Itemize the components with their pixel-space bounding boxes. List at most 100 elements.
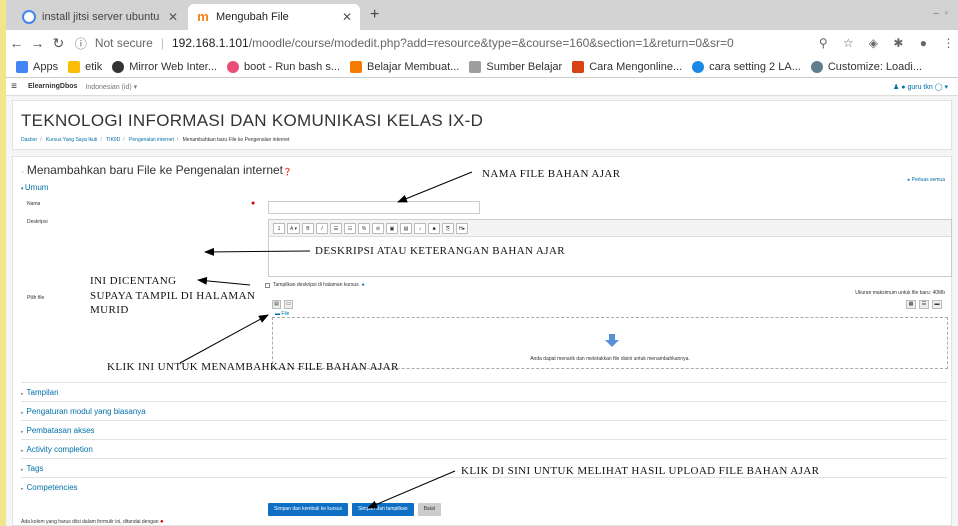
extension-icon[interactable]: ◈: [864, 36, 883, 50]
tab-jitsi[interactable]: install jitsi server ubuntu 20.0 ✕: [14, 4, 186, 30]
list-view-icon[interactable]: ☰: [919, 300, 929, 309]
breadcrumb-item[interactable]: Kursus Yang Saya Ikuti: [46, 137, 98, 143]
section-pengaturan-modul[interactable]: ▸ Pengaturan modul yang biasanya: [21, 401, 947, 420]
view-toolbar: ▦ ☰ ▬: [906, 300, 945, 309]
url-path: /moodle/course/modedit.php?add=resource&…: [248, 36, 734, 50]
tab-mengubah-file[interactable]: m Mengubah File ✕: [188, 4, 360, 30]
required-icon: ●: [159, 519, 164, 525]
site-name[interactable]: ElearningDbos: [28, 83, 77, 90]
max-size-note: Ukuran maksimum untuk file baru: 40Mb: [855, 290, 945, 296]
expand-all-link[interactable]: ▸ Perluas semua: [908, 177, 945, 183]
toggle-toolbar-button[interactable]: 1: [273, 222, 285, 234]
h5p-button[interactable]: H▸: [455, 222, 469, 234]
italic-button[interactable]: I: [315, 222, 328, 234]
tab-title: install jitsi server ubuntu 20.0: [42, 11, 162, 23]
record-audio-button[interactable]: ♪: [413, 222, 426, 234]
section-activity-completion[interactable]: ▸ Activity completion: [21, 439, 947, 458]
breadcrumb-item[interactable]: Pengenalan internet: [129, 137, 174, 143]
bookmark-mirror[interactable]: Mirror Web Inter...: [112, 60, 217, 73]
filepicker-toolbar: ▤ ▭: [272, 300, 296, 309]
settings-icon: [810, 60, 823, 73]
create-folder-icon[interactable]: ▭: [284, 300, 293, 309]
section-tampilan[interactable]: ▸ Tampilan: [21, 382, 947, 401]
pencil-icon: [68, 60, 81, 73]
show-description-checkbox[interactable]: [265, 282, 270, 288]
form-title: ▫ Menambahkan baru File ke Pengenalan in…: [21, 163, 292, 177]
tab-title: Mengubah File: [216, 11, 289, 23]
bookmark-setting[interactable]: cara setting 2 LA...: [692, 60, 801, 73]
chat-icon[interactable]: ●: [901, 84, 905, 91]
show-description-row[interactable]: Tampilkan deskripsi di halaman kursus ●: [265, 282, 365, 288]
bookmark-apps[interactable]: Apps: [16, 60, 58, 73]
annotation-deskripsi: DESKRIPSI ATAU KETERANGAN BAHAN AJAR: [315, 245, 566, 257]
user-menu[interactable]: ♟ ● guru tkn ◯ ▾: [893, 83, 948, 91]
blogger-icon: [350, 60, 363, 73]
bold-button[interactable]: B: [301, 222, 314, 234]
image-icon: [572, 60, 585, 73]
close-tab-icon[interactable]: ✕: [168, 10, 178, 24]
address-bar[interactable]: ⓘ Not secure | 192.168.1.101 /moodle/cou…: [75, 33, 808, 53]
editor-toolbar: 1 A ▾ B I ☰ ☷ % ⊘ ▣ ▤ ♪ ■ ⎘ H▸: [269, 220, 951, 237]
help-icon[interactable]: ❓: [283, 169, 292, 176]
new-tab-button[interactable]: +: [370, 6, 379, 24]
nama-input[interactable]: [268, 201, 480, 214]
user-name: guru tkn: [907, 83, 933, 91]
google-icon: [22, 10, 36, 24]
bookmark-boot[interactable]: boot - Run bash s...: [227, 60, 340, 73]
flower-icon: [227, 60, 240, 73]
unlink-button[interactable]: ⊘: [371, 222, 384, 234]
cancel-button[interactable]: Batal: [417, 503, 441, 516]
media-button[interactable]: ▤: [399, 222, 412, 234]
grid-view-icon[interactable]: ▦: [906, 300, 916, 309]
section-umum[interactable]: ▾ Umum: [21, 183, 48, 192]
font-style-button[interactable]: A ▾: [287, 222, 300, 234]
section-pembatasan-akses[interactable]: ▸ Pembatasan akses: [21, 420, 947, 439]
label-nama: Nama: [27, 201, 41, 207]
zoom-icon[interactable]: ⚲: [814, 36, 833, 50]
label-deskripsi: Deskripsi: [27, 219, 48, 225]
breadcrumb-item[interactable]: Dasbor: [21, 137, 37, 143]
bookmark-belajar[interactable]: Belajar Membuat...: [350, 60, 459, 73]
bookmark-customize[interactable]: Customize: Loadi...: [810, 60, 922, 73]
bookmark-mengonline[interactable]: Cara Mengonline...: [572, 60, 682, 73]
save-display-button[interactable]: Simpan dan tampilkan: [352, 503, 414, 516]
security-status: Not secure: [94, 36, 153, 50]
reload-icon[interactable]: ↻: [48, 35, 69, 52]
annotation-centang-1: INI DICENTANG: [90, 275, 177, 287]
manage-files-button[interactable]: ⎘: [441, 222, 454, 234]
profile-icon[interactable]: ●: [914, 36, 933, 50]
feather-icon: [469, 60, 482, 73]
image-button[interactable]: ▣: [385, 222, 398, 234]
save-return-button[interactable]: Simpan dan kembali ke kursus: [268, 503, 349, 516]
bookmark-sumber[interactable]: Sumber Belajar: [469, 60, 562, 73]
required-note: Ada kolom yang harus diisi dalam formuli…: [21, 519, 164, 525]
link-button[interactable]: %: [357, 222, 370, 234]
breadcrumb: Dasbor / Kursus Yang Saya Ikuti / TIK9D / P…: [21, 137, 290, 143]
section-competencies[interactable]: ▸ Competencies: [21, 477, 947, 496]
moodle-navbar: ≡ ElearningDbos Indonesian (id) ▾ ♟ ● gu…: [6, 78, 958, 96]
download-arrow-icon: [605, 334, 619, 347]
bell-icon[interactable]: ♟: [893, 84, 899, 91]
menu-icon[interactable]: ⋮: [939, 36, 958, 50]
star-icon[interactable]: ☆: [839, 36, 858, 50]
close-tab-icon[interactable]: ✕: [342, 10, 352, 24]
forward-icon[interactable]: →: [27, 35, 48, 51]
course-title: TEKNOLOGI INFORMASI DAN KOMUNIKASI KELAS…: [21, 111, 484, 130]
info-icon[interactable]: ⓘ: [75, 35, 87, 52]
hamburger-icon[interactable]: ≡: [6, 81, 22, 92]
breadcrumb-current: Menambahkan baru File ke Pengenalan inte…: [182, 137, 290, 143]
language-menu[interactable]: Indonesian (id) ▾: [85, 83, 137, 91]
bookmark-etik[interactable]: etik: [68, 60, 102, 73]
window-controls[interactable]: – ▫: [933, 8, 948, 19]
bullet-list-button[interactable]: ☰: [329, 222, 342, 234]
breadcrumb-item[interactable]: TIK9D: [106, 137, 120, 143]
help-icon[interactable]: ●: [362, 282, 365, 288]
back-icon[interactable]: ←: [6, 35, 27, 51]
record-video-button[interactable]: ■: [427, 222, 440, 234]
puzzle-icon[interactable]: ✱: [889, 36, 908, 50]
folder-view-icon[interactable]: ▬: [932, 300, 942, 309]
page-content: ≡ ElearningDbos Indonesian (id) ▾ ♟ ● gu…: [6, 78, 958, 526]
numbered-list-button[interactable]: ☷: [343, 222, 356, 234]
label-file: Pilih file: [27, 295, 45, 301]
add-file-icon[interactable]: ▤: [272, 300, 281, 309]
